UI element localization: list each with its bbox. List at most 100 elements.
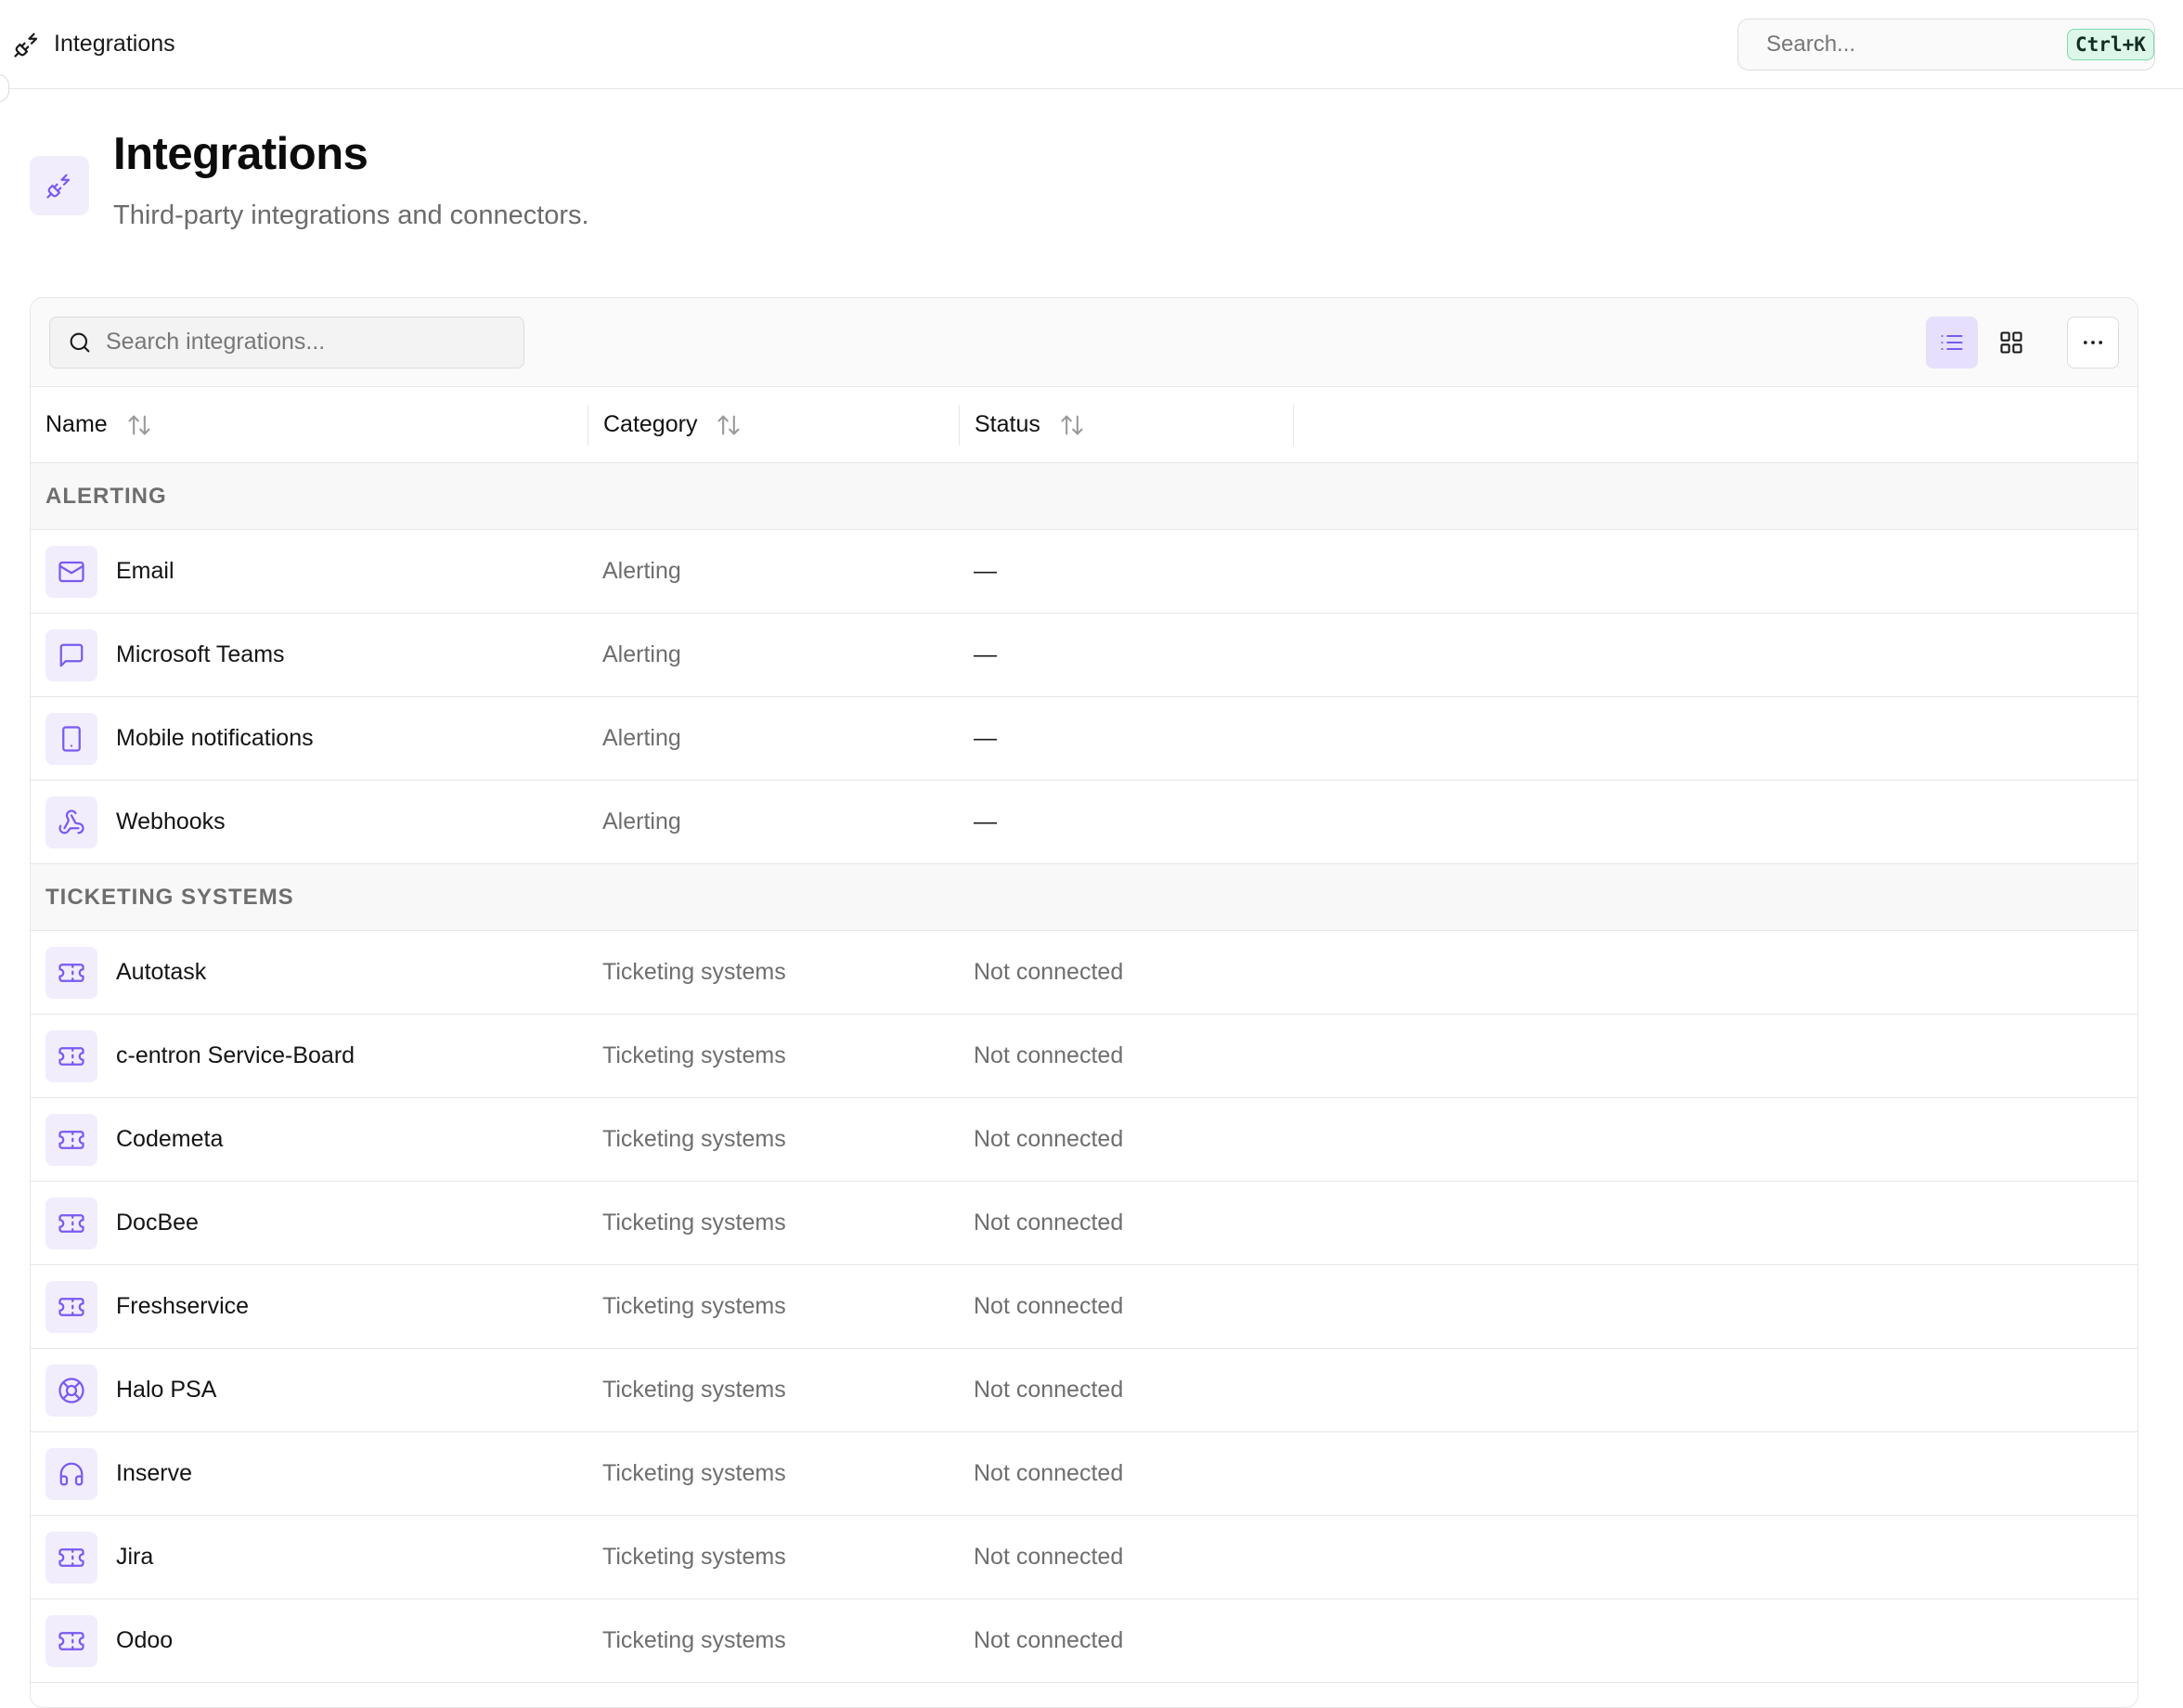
table-body: ALERTING Email Alerting — Microsoft Team… (31, 463, 2138, 1683)
page-icon (30, 156, 89, 215)
integration-category: Ticketing systems (602, 1042, 786, 1068)
table-row[interactable]: DocBee Ticketing systems Not connected (31, 1182, 2138, 1265)
integration-name[interactable]: Webhooks (116, 809, 226, 835)
name-cell: Autotask (31, 946, 588, 999)
table-row[interactable]: Microsoft Teams Alerting — (31, 614, 2138, 697)
table-row[interactable]: Codemeta Ticketing systems Not connected (31, 1098, 2138, 1182)
integration-category: Ticketing systems (602, 1627, 786, 1653)
integration-name[interactable]: Microsoft Teams (116, 641, 285, 668)
integration-name[interactable]: Jira (116, 1544, 153, 1571)
breadcrumb[interactable]: Integrations (13, 31, 175, 58)
ticket-icon-box (45, 946, 97, 999)
status-cell: Not connected (959, 1126, 1293, 1153)
integration-name[interactable]: Codemeta (116, 1126, 223, 1153)
table-row[interactable]: Autotask Ticketing systems Not connected (31, 931, 2138, 1015)
ticket-icon (58, 1213, 84, 1233)
status-cell: Not connected (959, 1460, 1293, 1487)
ticket-icon-box (45, 1197, 97, 1249)
global-search[interactable]: Ctrl+K (1737, 18, 2155, 71)
ticket-icon (58, 1130, 84, 1149)
webhook-icon-box (45, 796, 97, 848)
sort-icon[interactable] (716, 412, 742, 438)
grid-view-button[interactable] (1985, 317, 2037, 369)
status-cell: Not connected (959, 959, 1293, 986)
ticket-icon-box (45, 1280, 97, 1333)
column-header-name[interactable]: Name (31, 387, 588, 462)
integration-status: — (974, 725, 997, 751)
integration-status: Not connected (974, 1544, 1124, 1570)
mail-icon-box (45, 545, 97, 598)
integration-category: Ticketing systems (602, 1460, 786, 1486)
name-cell: Microsoft Teams (31, 628, 588, 681)
integration-status: Not connected (974, 1460, 1124, 1486)
integration-status: Not connected (974, 959, 1124, 985)
integration-name[interactable]: Odoo (116, 1627, 173, 1654)
webhook-icon (58, 809, 84, 834)
table-row[interactable]: Jira Ticketing systems Not connected (31, 1516, 2138, 1599)
integration-name[interactable]: Freshservice (116, 1293, 249, 1320)
integration-name[interactable]: Email (116, 558, 174, 585)
integration-name[interactable]: DocBee (116, 1210, 199, 1236)
integration-category: Ticketing systems (602, 1377, 786, 1403)
ticket-icon (58, 1631, 84, 1650)
status-cell: Not connected (959, 1544, 1293, 1571)
category-cell: Ticketing systems (588, 959, 959, 986)
status-cell: Not connected (959, 1293, 1293, 1320)
headphones-icon-box (45, 1447, 97, 1500)
name-cell: Freshservice (31, 1280, 588, 1333)
status-cell: Not connected (959, 1627, 1293, 1654)
name-cell: Inserve (31, 1447, 588, 1500)
page-header: Integrations Third-party integrations an… (30, 129, 589, 231)
column-header-label: Name (45, 411, 108, 437)
category-cell: Alerting (588, 725, 959, 752)
integration-category: Ticketing systems (602, 1293, 786, 1319)
category-cell: Ticketing systems (588, 1627, 959, 1654)
ticket-icon (58, 1046, 84, 1066)
integration-name[interactable]: Mobile notifications (116, 725, 314, 752)
name-cell: Jira (31, 1531, 588, 1584)
plug-icon (14, 32, 38, 58)
integrations-search[interactable] (49, 316, 524, 369)
life-buoy-icon-box (45, 1364, 97, 1417)
category-cell: Ticketing systems (588, 1042, 959, 1069)
integration-category: Ticketing systems (602, 959, 786, 985)
integration-status: Not connected (974, 1293, 1124, 1319)
integration-status: Not connected (974, 1210, 1124, 1236)
status-cell: — (959, 558, 1293, 585)
life-buoy-icon (58, 1377, 84, 1404)
sort-icon[interactable] (126, 412, 152, 438)
page-subtitle: Third-party integrations and connectors. (113, 200, 589, 230)
ticket-icon-box (45, 1614, 97, 1667)
integration-name[interactable]: Inserve (116, 1460, 192, 1487)
category-cell: Ticketing systems (588, 1544, 959, 1571)
status-cell: Not connected (959, 1377, 1293, 1404)
integration-name[interactable]: Halo PSA (116, 1377, 216, 1404)
sort-icon[interactable] (1059, 412, 1085, 438)
search-icon (70, 332, 90, 352)
global-search-input[interactable] (1766, 31, 2054, 58)
integrations-search-input[interactable] (106, 329, 507, 356)
table-row[interactable]: Inserve Ticketing systems Not connected (31, 1432, 2138, 1516)
more-options-button[interactable] (2067, 316, 2119, 369)
column-header-category[interactable]: Category (588, 404, 959, 446)
headphones-icon (59, 1462, 84, 1485)
mail-icon (58, 561, 84, 582)
table-row[interactable]: Freshservice Ticketing systems Not conne… (31, 1265, 2138, 1349)
integration-category: Alerting (602, 809, 681, 835)
table-row[interactable]: Webhooks Alerting — (31, 781, 2138, 864)
table-row[interactable]: Halo PSA Ticketing systems Not connected (31, 1349, 2138, 1432)
integration-status: — (974, 641, 997, 667)
category-cell: Ticketing systems (588, 1293, 959, 1320)
name-cell: Halo PSA (31, 1364, 588, 1417)
table-row[interactable]: c-entron Service-Board Ticketing systems… (31, 1015, 2138, 1098)
group-header: ALERTING (31, 463, 2138, 530)
smartphone-icon (62, 725, 81, 752)
integration-name[interactable]: Autotask (116, 959, 206, 986)
integration-name[interactable]: c-entron Service-Board (116, 1042, 355, 1069)
category-cell: Ticketing systems (588, 1377, 959, 1404)
column-header-status[interactable]: Status (959, 404, 1293, 446)
integration-category: Alerting (602, 725, 681, 751)
list-view-button[interactable] (1926, 316, 1978, 369)
table-row[interactable]: Mobile notifications Alerting — (31, 697, 2138, 781)
table-row[interactable]: Email Alerting — (31, 530, 2138, 614)
